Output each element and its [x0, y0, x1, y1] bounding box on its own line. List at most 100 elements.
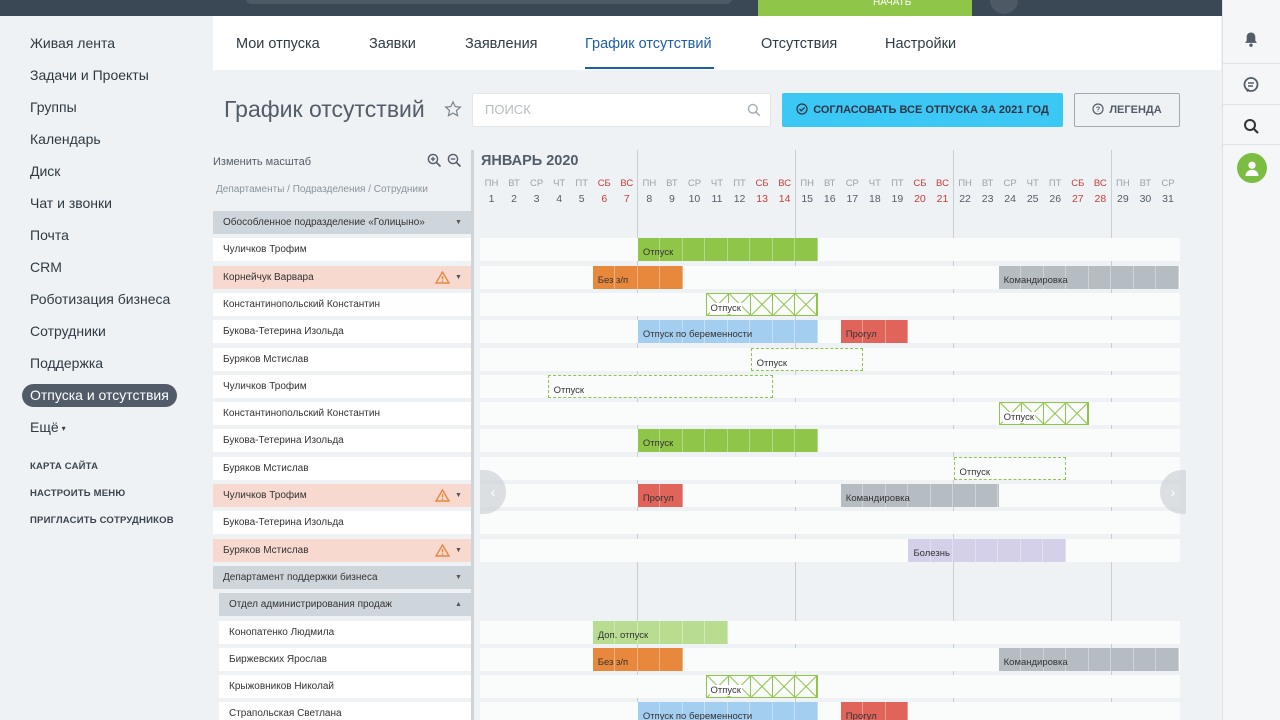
global-search-bar[interactable] — [245, 0, 733, 4]
row-name-label: Крыжовников Николай — [229, 681, 335, 692]
timeline-row[interactable] — [480, 675, 1180, 698]
employee-name[interactable]: Крыжовников Николай — [219, 675, 471, 698]
timeline-row[interactable] — [480, 511, 1180, 534]
absence-bar[interactable]: Прогул — [840, 702, 909, 720]
employee-name[interactable]: Константинопольский Константин — [213, 402, 471, 425]
employee-name[interactable]: Чуличков Трофим — [213, 238, 471, 261]
absence-bar[interactable]: Без з/п — [592, 266, 683, 289]
timeline-row[interactable] — [480, 539, 1180, 562]
zoom-in-icon[interactable] — [427, 153, 443, 169]
tab-absence-schedule[interactable]: График отсутствий — [585, 36, 712, 52]
employee-name[interactable]: Чуличков Трофим ▼ — [213, 484, 471, 507]
absence-bar[interactable]: Отпуск — [705, 675, 819, 698]
absence-bar[interactable]: Болезнь — [908, 539, 1067, 562]
department-row[interactable]: Отдел администрирования продаж ▲ — [219, 593, 471, 616]
sidebar-item-absences[interactable]: Отпуска и отсутствия — [22, 384, 177, 407]
column-divider[interactable] — [471, 150, 474, 720]
department-row[interactable]: Департамент поддержки бизнеса ▼ — [213, 566, 471, 589]
tab-absences[interactable]: Отсутствия — [761, 36, 837, 52]
search-field[interactable] — [472, 93, 771, 127]
employee-name[interactable]: Букова-Тетерина Изольда — [213, 429, 471, 452]
sidebar-item-support[interactable]: Поддержка — [22, 352, 111, 375]
sidebar-item-crm[interactable]: CRM — [22, 256, 70, 279]
sidebar-item-mail[interactable]: Почта — [22, 224, 77, 247]
absence-bar-label: Без з/п — [597, 275, 629, 286]
bell-icon[interactable] — [1239, 27, 1263, 51]
site-map-link[interactable]: КАРТА САЙТА — [30, 461, 98, 472]
sidebar-item-groups[interactable]: Группы — [22, 96, 85, 119]
row-name-label: Отдел администрирования продаж — [229, 599, 392, 610]
absence-bar[interactable]: Отпуск — [637, 429, 819, 452]
chat-icon[interactable] — [1239, 73, 1263, 97]
absence-bar[interactable]: Доп. отпуск — [592, 621, 729, 644]
absence-bar[interactable]: Отпуск по беременности — [637, 320, 819, 343]
tab-requests[interactable]: Заявки — [369, 36, 416, 52]
approve-all-vacations-button[interactable]: СОГЛАСОВАТЬ ВСЕ ОТПУСКА ЗА 2021 ГОД — [782, 93, 1063, 127]
absence-bar[interactable]: Отпуск — [705, 293, 819, 316]
employee-name[interactable]: Букова-Тетерина Изольда — [213, 320, 471, 343]
tab-settings[interactable]: Настройки — [885, 36, 956, 52]
chevron-down-icon[interactable]: ▼ — [455, 539, 462, 562]
star-icon[interactable] — [444, 100, 462, 118]
absence-bar[interactable]: Отпуск по беременности — [637, 702, 819, 720]
employee-name[interactable]: Чуличков Трофим — [213, 375, 471, 398]
employee-name[interactable]: Буряков Мстислав — [213, 348, 471, 371]
legend-button[interactable]: ? ЛЕГЕНДА — [1074, 93, 1180, 127]
timeline-row[interactable] — [480, 238, 1180, 261]
zoom-out-icon[interactable] — [447, 153, 463, 169]
absence-bar[interactable]: Прогул — [637, 484, 683, 507]
configure-menu-link[interactable]: НАСТРОИТЬ МЕНЮ — [30, 488, 125, 499]
absence-bar[interactable]: Отпуск — [750, 348, 864, 371]
employee-name[interactable]: Страпольская Светлана — [219, 702, 471, 720]
chevron-up-icon[interactable]: ▲ — [455, 593, 462, 616]
user-avatar[interactable] — [1237, 153, 1267, 183]
search-icon[interactable] — [1239, 114, 1263, 138]
employee-name[interactable]: Букова-Тетерина Изольда — [213, 511, 471, 534]
sidebar-item-tasks[interactable]: Задачи и Проекты — [22, 64, 157, 87]
employee-name[interactable]: Корнейчук Варвара ▼ — [213, 266, 471, 289]
timeline-row[interactable] — [480, 621, 1180, 644]
chevron-down-icon[interactable]: ▼ — [455, 484, 462, 507]
sidebar-item-chat[interactable]: Чат и звонки — [22, 192, 120, 215]
tab-applications[interactable]: Заявления — [465, 36, 538, 52]
employee-name[interactable]: Буряков Мстислав ▼ — [213, 539, 471, 562]
absence-bar[interactable]: Без з/п — [592, 648, 683, 671]
chevron-down-icon[interactable]: ▼ — [455, 266, 462, 289]
timeline-row[interactable] — [480, 457, 1180, 480]
timeline-row[interactable] — [480, 320, 1180, 343]
header-circle-button[interactable] — [990, 0, 1018, 14]
sidebar-item-feed[interactable]: Живая лента — [22, 32, 123, 55]
start-workday-button[interactable]: НАЧАТЬ — [758, 0, 972, 16]
warning-icon[interactable] — [434, 488, 451, 511]
timeline-row[interactable] — [480, 429, 1180, 452]
timeline-row[interactable] — [480, 293, 1180, 316]
absence-bar[interactable]: Командировка — [840, 484, 999, 507]
chevron-down-icon[interactable]: ▼ — [455, 566, 462, 589]
chevron-down-icon[interactable]: ▼ — [455, 211, 462, 234]
absence-bar[interactable]: Отпуск — [637, 238, 819, 261]
search-icon[interactable] — [747, 103, 761, 122]
employee-name[interactable]: Буряков Мстислав — [213, 457, 471, 480]
absence-bar[interactable]: Отпуск — [547, 375, 774, 398]
absence-bar[interactable]: Командировка — [998, 648, 1180, 671]
search-input[interactable] — [485, 102, 735, 117]
warning-icon[interactable] — [434, 270, 451, 293]
sidebar-item-more[interactable]: Ещё ▾ — [22, 416, 74, 439]
invite-employees-link[interactable]: ПРИГЛАСИТЬ СОТРУДНИКОВ — [30, 515, 174, 526]
timeline-row[interactable] — [480, 702, 1180, 720]
sidebar-item-automation[interactable]: Роботизация бизнеса — [22, 288, 178, 311]
employee-name[interactable]: Конопатенко Людмила — [219, 621, 471, 644]
absence-bar[interactable]: Отпуск — [998, 402, 1089, 425]
employee-name[interactable]: Константинопольский Константин — [213, 293, 471, 316]
sidebar-item-calendar[interactable]: Календарь — [22, 128, 109, 151]
sidebar-item-disk[interactable]: Диск — [22, 160, 68, 183]
absence-bar[interactable]: Отпуск — [953, 457, 1067, 480]
absence-bar[interactable]: Командировка — [998, 266, 1180, 289]
department-row[interactable]: Обособленное подразделение «Голицыно» ▼ — [213, 211, 471, 234]
warning-icon[interactable] — [434, 543, 451, 566]
tab-my-vacations[interactable]: Мои отпуска — [236, 36, 320, 52]
absence-bar[interactable]: Прогул — [840, 320, 909, 343]
timeline-row[interactable] — [480, 484, 1180, 507]
employee-name[interactable]: Биржевских Ярослав — [219, 648, 471, 671]
sidebar-item-employees[interactable]: Сотрудники — [22, 320, 114, 343]
